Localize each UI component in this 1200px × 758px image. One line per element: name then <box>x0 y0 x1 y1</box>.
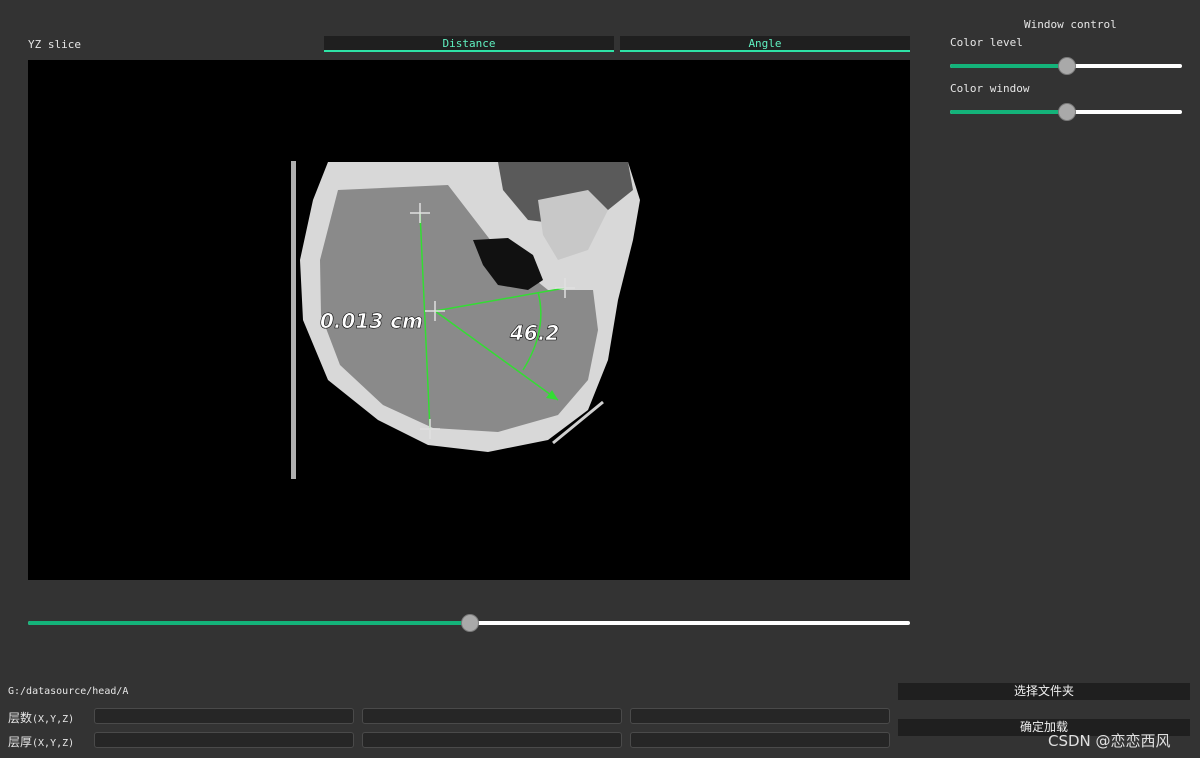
ct-slice-image: 0.013 cm 46.2 <box>291 161 640 479</box>
thickness-z-field[interactable] <box>630 732 890 748</box>
scan-edge-bar <box>291 161 296 479</box>
ct-image-viewport[interactable]: 0.013 cm 46.2 <box>28 60 910 580</box>
thickness-suffix: (X,Y,Z) <box>32 738 75 749</box>
color-level-fill <box>950 64 1066 68</box>
slice-slider[interactable] <box>28 614 910 632</box>
color-window-slider[interactable] <box>950 103 1182 121</box>
window-control-title: Window control <box>1024 18 1117 31</box>
slice-slider-handle[interactable] <box>461 614 479 632</box>
thickness-label: 层厚 <box>8 735 33 749</box>
color-window-label: Color window <box>950 82 1030 95</box>
thickness-row-label: 层厚(X,Y,Z) <box>8 733 74 750</box>
select-folder-button[interactable]: 选择文件夹 <box>898 683 1190 700</box>
layers-label: 层数 <box>8 711 33 725</box>
color-window-fill <box>950 110 1066 114</box>
color-level-handle[interactable] <box>1058 57 1076 75</box>
layers-z-field[interactable] <box>630 708 890 724</box>
layers-y-field[interactable] <box>362 708 622 724</box>
color-level-slider[interactable] <box>950 57 1182 75</box>
slice-slider-fill <box>28 621 469 625</box>
angle-measurement-label: 46.2 <box>509 321 559 345</box>
thickness-y-field[interactable] <box>362 732 622 748</box>
thickness-x-field[interactable] <box>94 732 354 748</box>
layers-suffix: (X,Y,Z) <box>32 714 75 725</box>
distance-measurement-label: 0.013 cm <box>320 309 423 333</box>
folder-path: G:/datasource/head/A <box>8 686 129 697</box>
layers-x-field[interactable] <box>94 708 354 724</box>
color-window-handle[interactable] <box>1058 103 1076 121</box>
slice-label: YZ slice <box>28 38 81 51</box>
distance-tool-button[interactable]: Distance <box>324 36 614 52</box>
layers-row-label: 层数(X,Y,Z) <box>8 709 74 726</box>
angle-tool-button[interactable]: Angle <box>620 36 910 52</box>
color-level-label: Color level <box>950 36 1023 49</box>
watermark: CSDN @恋恋西风 <box>1048 732 1171 750</box>
